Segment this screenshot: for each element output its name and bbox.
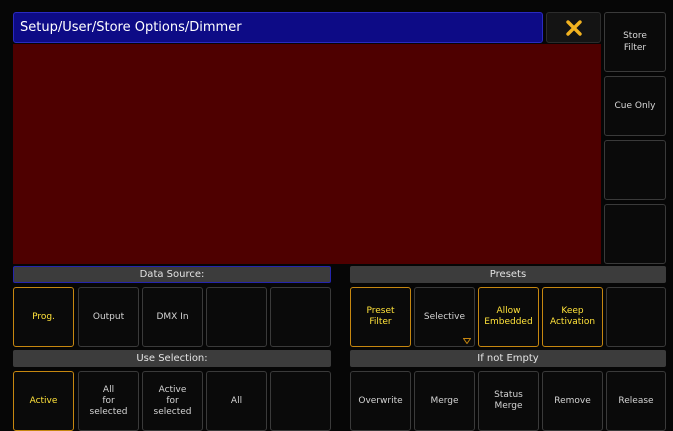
data-source-empty-button-1[interactable]	[206, 287, 267, 347]
use-selection-empty-button[interactable]	[270, 371, 331, 431]
presets-header: Presets	[350, 266, 666, 283]
side-empty-button-1[interactable]	[604, 140, 666, 200]
status-merge-button[interactable]: Status Merge	[478, 371, 539, 431]
data-source-output-button[interactable]: Output	[78, 287, 139, 347]
if-not-empty-header: If not Empty	[350, 350, 666, 367]
presets-empty-button[interactable]	[606, 287, 666, 347]
title-bar: Setup/User/Store Options/Dimmer	[13, 12, 543, 43]
allow-embedded-button[interactable]: Allow Embedded	[478, 287, 539, 347]
use-selection-active-for-selected-button[interactable]: Active for selected	[142, 371, 203, 431]
data-source-prog-button[interactable]: Prog.	[13, 287, 74, 347]
dropdown-triangle-icon	[463, 338, 471, 344]
close-button[interactable]	[546, 12, 601, 43]
merge-button[interactable]: Merge	[414, 371, 475, 431]
selective-button[interactable]: Selective	[414, 287, 475, 347]
cue-only-button[interactable]: Cue Only	[604, 76, 666, 136]
use-selection-all-button[interactable]: All	[206, 371, 267, 431]
data-source-empty-button-2[interactable]	[270, 287, 331, 347]
side-empty-button-2[interactable]	[604, 204, 666, 264]
window-title: Setup/User/Store Options/Dimmer	[20, 20, 242, 35]
keep-activation-button[interactable]: Keep Activation	[542, 287, 603, 347]
release-button[interactable]: Release	[606, 371, 666, 431]
use-selection-active-button[interactable]: Active	[13, 371, 74, 431]
use-selection-all-for-selected-button[interactable]: All for selected	[78, 371, 139, 431]
use-selection-header: Use Selection:	[13, 350, 331, 367]
overwrite-button[interactable]: Overwrite	[350, 371, 411, 431]
store-filter-button[interactable]: Store Filter	[604, 12, 666, 72]
close-x-icon	[565, 19, 582, 36]
data-source-dmx-in-button[interactable]: DMX In	[142, 287, 203, 347]
selective-label: Selective	[423, 311, 466, 322]
remove-button[interactable]: Remove	[542, 371, 603, 431]
data-source-header: Data Source:	[13, 266, 331, 283]
preset-filter-button[interactable]: Preset Filter	[350, 287, 411, 347]
content-area	[13, 44, 601, 264]
